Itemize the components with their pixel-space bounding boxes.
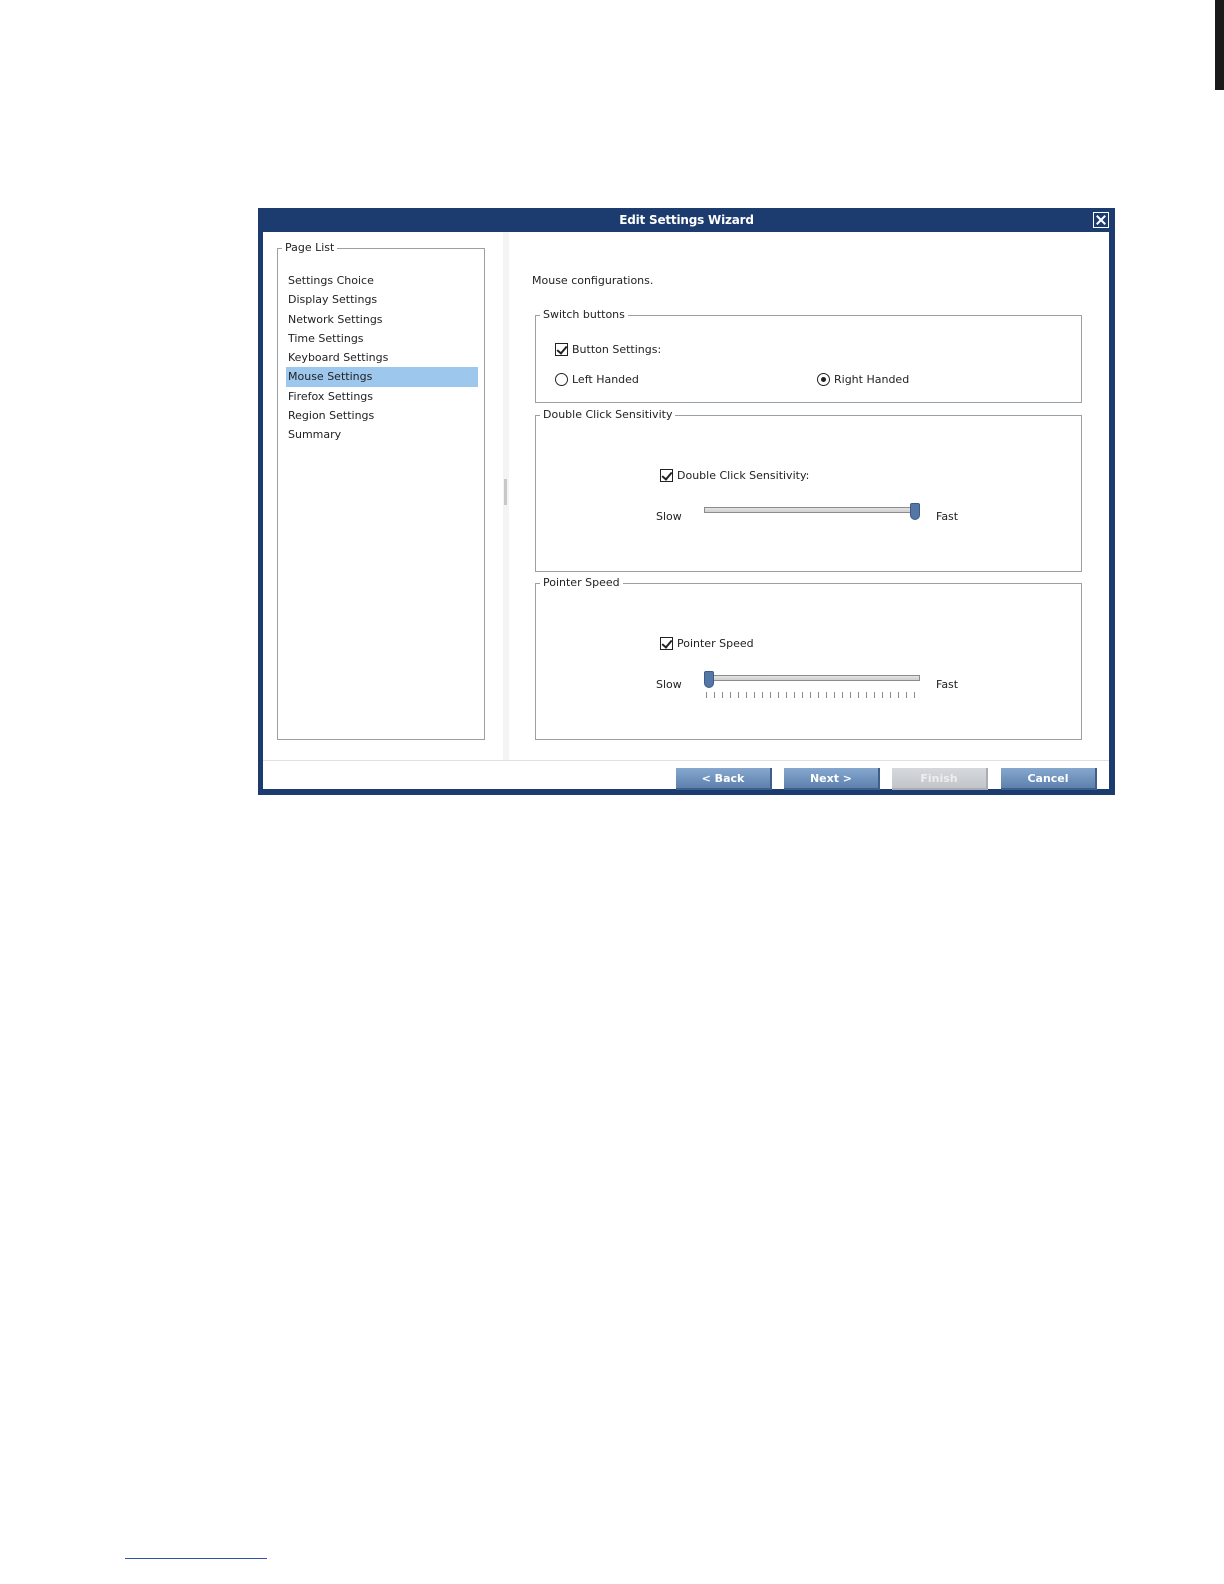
page-list-item-settings-choice[interactable]: Settings Choice	[286, 271, 478, 290]
dialog-body: Page List Settings Choice Display Settin…	[263, 232, 1109, 790]
next-button[interactable]: Next >	[784, 768, 880, 790]
page-list-item-mouse-settings[interactable]: Mouse Settings	[286, 367, 478, 387]
title-bar: Edit Settings Wizard	[258, 208, 1115, 232]
finish-button[interactable]: Finish	[892, 768, 988, 790]
left-handed-option[interactable]: Left Handed	[555, 373, 639, 386]
back-button[interactable]: < Back	[676, 768, 772, 790]
pointer-speed-slow-label: Slow	[656, 678, 682, 691]
double-click-slider-thumb[interactable]	[910, 503, 920, 520]
pointer-speed-slider-thumb[interactable]	[704, 671, 714, 688]
page-list-item-region-settings[interactable]: Region Settings	[286, 406, 478, 425]
pointer-speed-checkbox[interactable]	[660, 637, 673, 650]
double-click-label: Double Click Sensitivity:	[677, 469, 810, 482]
wizard-footer: < Back Next > Finish Cancel	[263, 760, 1109, 790]
double-click-fast-label: Fast	[936, 510, 959, 523]
pointer-speed-fast-label: Fast	[936, 678, 959, 691]
page-list-legend: Page List	[282, 241, 338, 255]
mouse-settings-pane: Mouse configurations. Switch buttons But…	[509, 232, 1109, 760]
left-handed-label: Left Handed	[572, 373, 639, 386]
switch-buttons-group: Switch buttons Button Settings: Left Han…	[535, 308, 1082, 403]
button-settings-label: Button Settings:	[572, 343, 662, 356]
page-list-item-display-settings[interactable]: Display Settings	[286, 290, 478, 309]
switch-buttons-legend: Switch buttons	[540, 308, 628, 322]
pointer-speed-option[interactable]: Pointer Speed	[660, 637, 754, 650]
double-click-legend: Double Click Sensitivity	[540, 408, 676, 422]
edit-settings-wizard-dialog: Edit Settings Wizard Page List Settings …	[258, 208, 1115, 795]
footnote-rule	[125, 1558, 267, 1559]
page-list-item-keyboard-settings[interactable]: Keyboard Settings	[286, 348, 478, 367]
splitter-grip-icon[interactable]	[504, 479, 507, 505]
pointer-speed-slider-track[interactable]	[704, 675, 920, 681]
pointer-speed-label: Pointer Speed	[677, 637, 754, 650]
pointer-speed-legend: Pointer Speed	[540, 576, 623, 590]
button-settings-option[interactable]: Button Settings:	[555, 343, 661, 356]
page-list-item-network-settings[interactable]: Network Settings	[286, 310, 478, 329]
button-settings-checkbox[interactable]	[555, 343, 568, 356]
right-handed-option[interactable]: Right Handed	[817, 373, 909, 386]
right-handed-radio[interactable]	[817, 373, 830, 386]
right-handed-label: Right Handed	[834, 373, 910, 386]
double-click-checkbox[interactable]	[660, 469, 673, 482]
double-click-group: Double Click Sensitivity Double Click Se…	[535, 408, 1082, 572]
page-list-item-time-settings[interactable]: Time Settings	[286, 329, 478, 348]
page-list: Settings Choice Display Settings Network…	[286, 271, 478, 445]
double-click-option[interactable]: Double Click Sensitivity:	[660, 469, 809, 482]
page-intro-text: Mouse configurations.	[532, 274, 654, 287]
page-list-item-firefox-settings[interactable]: Firefox Settings	[286, 387, 478, 406]
left-pane: Page List Settings Choice Display Settin…	[263, 232, 504, 760]
page-list-group: Page List Settings Choice Display Settin…	[277, 241, 485, 740]
cancel-button[interactable]: Cancel	[1001, 768, 1097, 790]
double-click-slider-track[interactable]	[704, 507, 920, 513]
window-title: Edit Settings Wizard	[619, 213, 754, 227]
page-edge-mark	[1215, 0, 1224, 90]
left-handed-radio[interactable]	[555, 373, 568, 386]
close-icon[interactable]	[1093, 212, 1109, 228]
pointer-speed-group: Pointer Speed Pointer Speed Slow Fast	[535, 576, 1082, 740]
double-click-slow-label: Slow	[656, 510, 682, 523]
pointer-speed-slider-ticks	[706, 692, 920, 698]
page-list-item-summary[interactable]: Summary	[286, 425, 478, 444]
